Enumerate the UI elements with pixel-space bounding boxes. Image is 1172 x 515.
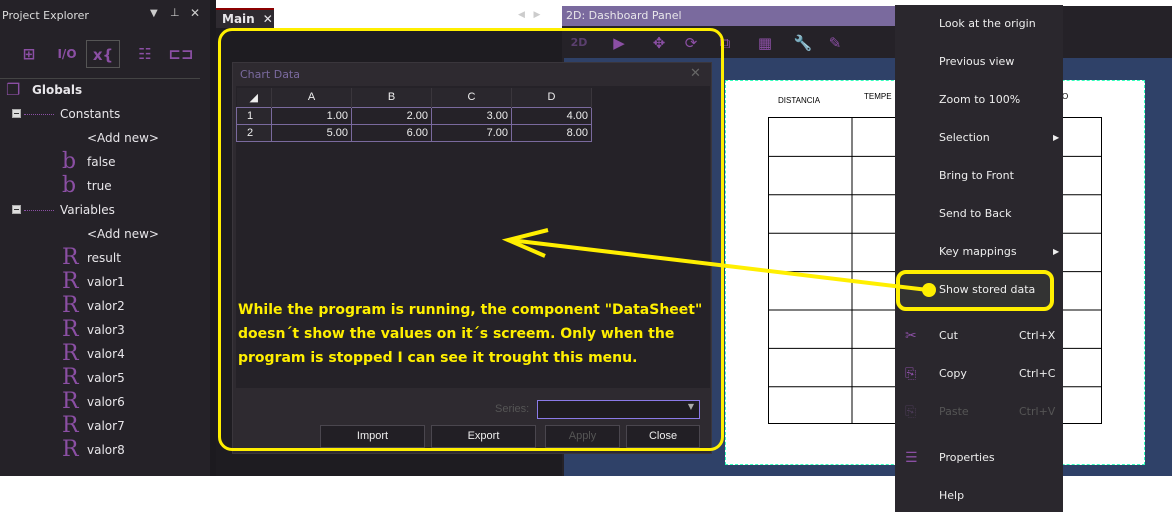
annotation-arrow xyxy=(501,228,936,297)
annotation-text: While the program is running, the compon… xyxy=(238,302,703,366)
